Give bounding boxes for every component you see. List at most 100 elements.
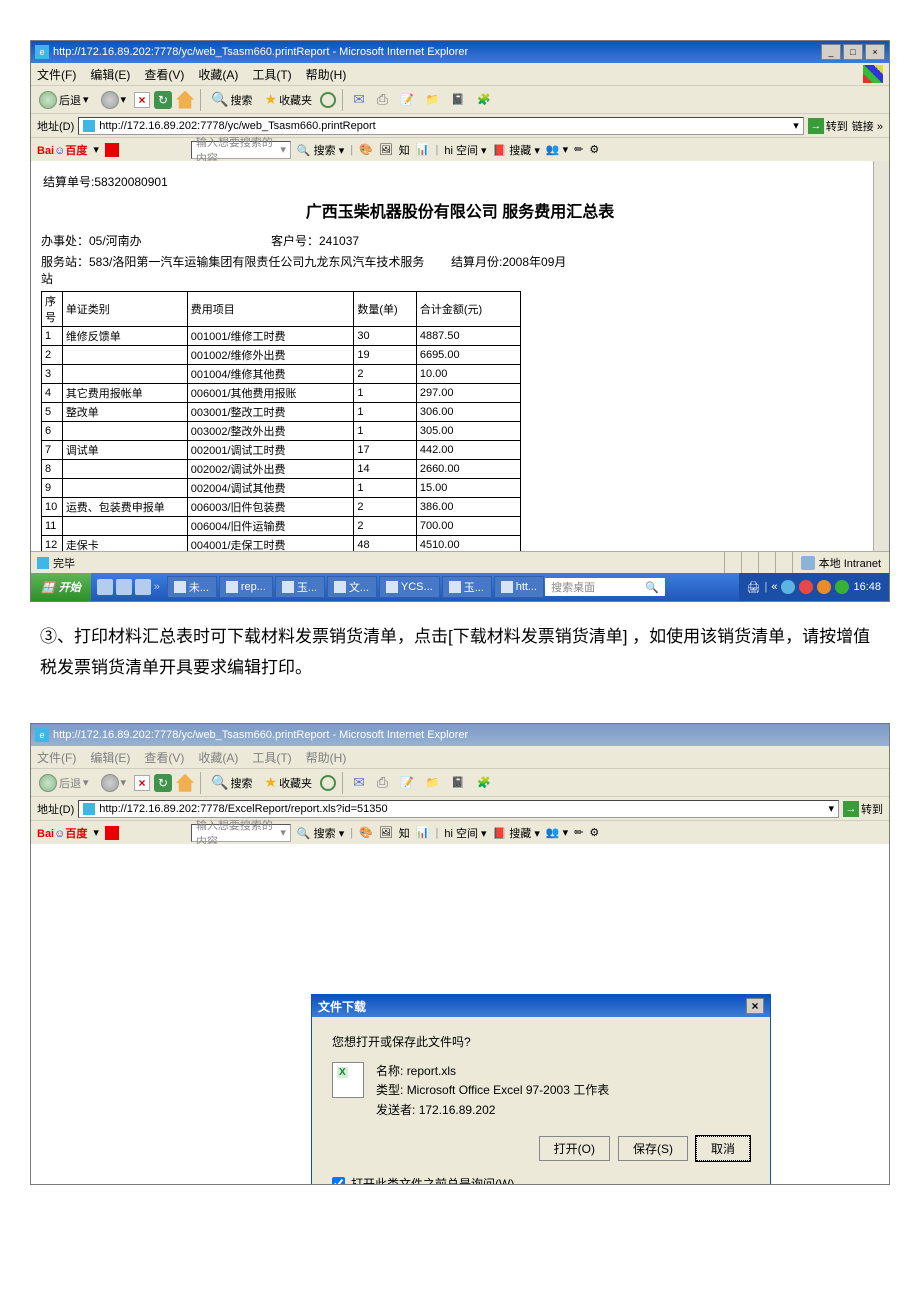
maximize-button[interactable]: □ bbox=[843, 44, 863, 60]
tray-icon-1[interactable] bbox=[781, 580, 795, 594]
save-button[interactable]: 保存(S) bbox=[618, 1136, 688, 1161]
open-button[interactable]: 打开(O) bbox=[539, 1136, 610, 1161]
baidu-know-button[interactable]: 知 bbox=[399, 142, 410, 158]
tray-icon-3[interactable] bbox=[817, 580, 831, 594]
close-button[interactable]: × bbox=[865, 44, 885, 60]
ql-desktop-icon[interactable] bbox=[116, 579, 132, 595]
dialog-question: 您想打开或保存此文件吗? bbox=[332, 1033, 750, 1050]
status-bar: 完毕 本地 Intranet bbox=[31, 551, 889, 573]
baidu-highlight-button[interactable]: 🎨 bbox=[359, 826, 373, 839]
baidu-pen-button[interactable]: ✏ bbox=[574, 826, 583, 839]
stop-button[interactable]: × bbox=[134, 775, 150, 791]
minimize-button[interactable]: _ bbox=[821, 44, 841, 60]
baidu-search-input[interactable]: 输入想要搜索的内容 ▾ bbox=[191, 824, 291, 842]
discuss-button[interactable]: 📁 bbox=[422, 774, 444, 791]
menu-bar: 文件(F) 编辑(E) 查看(V) 收藏(A) 工具(T) 帮助(H) bbox=[31, 746, 889, 768]
baidu-pic-button[interactable]: 🖼 bbox=[379, 826, 393, 839]
address-input[interactable]: http://172.16.89.202:7778/ExcelReport/re… bbox=[78, 800, 839, 818]
tray-chevron-icon[interactable]: « bbox=[771, 581, 777, 593]
taskbar-item[interactable]: YCS... bbox=[379, 576, 440, 598]
desktop-search-input[interactable]: 搜索桌面🔍 bbox=[545, 578, 665, 596]
cancel-button[interactable]: 取消 bbox=[696, 1136, 750, 1161]
tray-printer-icon[interactable]: 🖨 bbox=[747, 581, 761, 594]
baidu-encyclopedia-button[interactable]: 📊 bbox=[416, 826, 430, 839]
home-button[interactable] bbox=[176, 91, 194, 109]
print-button[interactable] bbox=[373, 772, 392, 793]
taskbar-item[interactable]: 未... bbox=[167, 576, 217, 598]
edit-button[interactable]: 📝 bbox=[396, 774, 418, 791]
refresh-button[interactable]: ↻ bbox=[154, 774, 172, 792]
messenger-button[interactable]: 🧩 bbox=[473, 774, 495, 791]
baidu-space-button[interactable]: hi 空间 ▾ bbox=[444, 142, 486, 158]
taskbar-item[interactable]: 玉... bbox=[442, 576, 492, 598]
menu-view[interactable]: 查看(V) bbox=[144, 66, 184, 83]
favorites-button[interactable]: 收藏夹 bbox=[261, 89, 317, 110]
refresh-button[interactable]: ↻ bbox=[154, 91, 172, 109]
baidu-more-button[interactable]: 👥 ▾ bbox=[546, 143, 568, 156]
print-button[interactable] bbox=[373, 89, 392, 110]
taskbar-item[interactable]: htt... bbox=[494, 576, 544, 598]
research-button[interactable]: 📓 bbox=[447, 774, 469, 791]
table-row: 3001004/维修其他费210.00 bbox=[42, 365, 521, 384]
menu-edit[interactable]: 编辑(E) bbox=[90, 66, 130, 83]
menu-favorites[interactable]: 收藏(A) bbox=[198, 66, 238, 83]
taskbar-item[interactable]: rep... bbox=[219, 576, 273, 598]
ql-media-icon[interactable] bbox=[135, 579, 151, 595]
tray-icon-4[interactable] bbox=[835, 580, 849, 594]
dialog-title-bar: 文件下载 × bbox=[312, 995, 770, 1017]
baidu-more-button[interactable]: 👥 ▾ bbox=[546, 826, 568, 839]
edit-button[interactable]: 📝 bbox=[396, 91, 418, 108]
baidu-search-button[interactable]: 🔍 搜索 ▾ bbox=[297, 825, 344, 841]
mail-button[interactable] bbox=[349, 89, 369, 110]
menu-tools[interactable]: 工具(T) bbox=[252, 66, 291, 83]
baidu-pic-button[interactable]: 🖼 bbox=[379, 143, 393, 156]
address-bar: 地址(D) http://172.16.89.202:7778/yc/web_T… bbox=[31, 113, 889, 137]
table-row: 5整改单003001/整改工时费1306.00 bbox=[42, 403, 521, 422]
baidu-gear-button[interactable]: ⚙ bbox=[589, 826, 599, 839]
baidu-encyclopedia-button[interactable]: 📊 bbox=[416, 143, 430, 156]
baidu-favorites-button[interactable]: 📕 搜藏 ▾ bbox=[493, 142, 540, 158]
go-button[interactable]: →转到 bbox=[808, 118, 848, 134]
search-button[interactable]: 搜索 bbox=[207, 772, 256, 793]
favorites-button[interactable]: 收藏夹 bbox=[261, 772, 317, 793]
excel-file-icon bbox=[332, 1062, 364, 1098]
address-input[interactable]: http://172.16.89.202:7778/yc/web_Tsasm66… bbox=[78, 117, 804, 135]
ql-ie-icon[interactable] bbox=[97, 579, 113, 595]
search-button[interactable]: 搜索 bbox=[207, 89, 256, 110]
address-label: 地址(D) bbox=[37, 118, 74, 134]
baidu-know-button[interactable]: 知 bbox=[399, 825, 410, 841]
baidu-favorites-button[interactable]: 📕 搜藏 ▾ bbox=[493, 825, 540, 841]
research-button[interactable]: 📓 bbox=[447, 91, 469, 108]
vertical-scrollbar[interactable] bbox=[873, 161, 889, 551]
menu-favorites: 收藏(A) bbox=[198, 749, 238, 766]
baidu-gear-button[interactable]: ⚙ bbox=[589, 143, 599, 156]
tray-icon-2[interactable] bbox=[799, 580, 813, 594]
history-button[interactable] bbox=[320, 92, 336, 108]
menu-file[interactable]: 文件(F) bbox=[37, 66, 76, 83]
always-ask-checkbox[interactable] bbox=[332, 1177, 345, 1184]
mail-button[interactable] bbox=[349, 772, 369, 793]
baidu-space-button[interactable]: hi 空间 ▾ bbox=[444, 825, 486, 841]
back-button[interactable]: 后退 ▾ bbox=[35, 89, 93, 111]
system-tray: 🖨 | « 16:48 bbox=[739, 573, 889, 601]
go-button[interactable]: →转到 bbox=[843, 801, 883, 817]
start-button[interactable]: 🪟开始 bbox=[31, 573, 91, 601]
baidu-search-input[interactable]: 输入想要搜索的内容 ▾ bbox=[191, 141, 291, 159]
forward-button[interactable]: ▾ bbox=[97, 89, 131, 111]
links-label[interactable]: 链接 » bbox=[852, 118, 883, 134]
taskbar-item[interactable]: 玉... bbox=[275, 576, 325, 598]
stop-button[interactable]: × bbox=[134, 92, 150, 108]
messenger-button[interactable]: 🧩 bbox=[473, 91, 495, 108]
dialog-close-button[interactable]: × bbox=[746, 998, 764, 1014]
office-label: 办事处：05/河南办 bbox=[41, 232, 251, 249]
home-button[interactable] bbox=[176, 774, 194, 792]
menu-help[interactable]: 帮助(H) bbox=[306, 66, 347, 83]
history-button[interactable] bbox=[320, 775, 336, 791]
baidu-highlight-button[interactable]: 🎨 bbox=[359, 143, 373, 156]
baidu-pen-button[interactable]: ✏ bbox=[574, 143, 583, 156]
discuss-button[interactable]: 📁 bbox=[422, 91, 444, 108]
baidu-search-button[interactable]: 🔍 搜索 ▾ bbox=[297, 142, 344, 158]
th-item: 费用项目 bbox=[187, 292, 354, 327]
taskbar-item[interactable]: 文... bbox=[327, 576, 377, 598]
summary-table: 序号 单证类别 费用项目 数量(单) 合计金额(元) 1维修反馈单001001/… bbox=[41, 291, 521, 551]
